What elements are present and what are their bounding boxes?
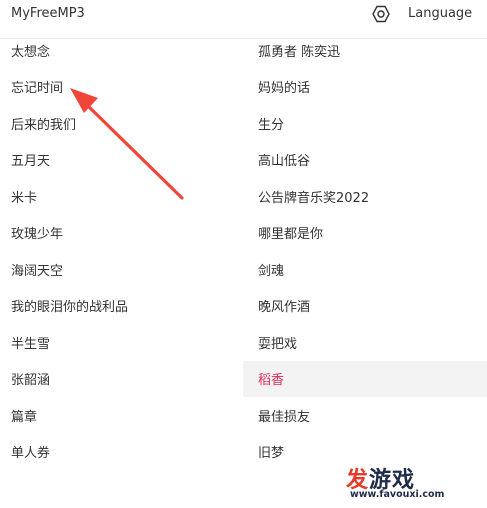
song-item[interactable]: 公告牌音乐奖2022 (243, 178, 487, 215)
song-item[interactable]: 孤勇者 陈奕迅 (243, 32, 487, 69)
gear-hexagon-icon (372, 5, 390, 23)
song-item[interactable]: 妈妈的话 (243, 69, 487, 106)
settings-button[interactable] (371, 4, 391, 24)
song-item[interactable]: 哪里都是你 (243, 215, 487, 252)
song-item[interactable]: 米卡 (0, 178, 243, 215)
song-item[interactable]: 五月天 (0, 142, 243, 179)
song-item[interactable]: 张韶涵 (0, 361, 243, 398)
song-item[interactable]: 耍把戏 (243, 324, 487, 361)
song-item[interactable]: 晚风作酒 (243, 288, 487, 325)
song-list: 太想念 孤勇者 陈奕迅 忘记时间 妈妈的话 后来的我们 生分 五月天 高山低谷 米卡 公告牌音乐奖… (0, 32, 487, 470)
app-page: MyFreeMP3 Language 太想念 孤勇者 陈奕迅 忘记时间 妈妈的话 后来的… (0, 0, 487, 508)
watermark-logo: 发游戏 www.favouxi.com (346, 462, 476, 502)
song-item[interactable]: 半生雪 (0, 324, 243, 361)
header: MyFreeMP3 Language (0, 0, 487, 30)
song-item[interactable]: 剑魂 (243, 251, 487, 288)
song-item[interactable]: 后来的我们 (0, 105, 243, 142)
song-item[interactable]: 忘记时间 (0, 69, 243, 106)
song-item[interactable]: 玫瑰少年 (0, 215, 243, 252)
song-item[interactable]: 单人券 (0, 434, 243, 471)
language-button[interactable]: Language (408, 6, 472, 21)
song-item[interactable]: 太想念 (0, 32, 243, 69)
brand-title[interactable]: MyFreeMP3 (11, 6, 85, 21)
song-item-active[interactable]: 稻香 (243, 360, 487, 397)
song-item[interactable]: 我的眼泪你的战利品 (0, 288, 243, 325)
song-item[interactable]: 海阔天空 (0, 251, 243, 288)
song-item[interactable]: 最佳损友 (243, 397, 487, 434)
song-item[interactable]: 生分 (243, 105, 487, 142)
song-item[interactable]: 篇章 (0, 397, 243, 434)
song-item[interactable]: 高山低谷 (243, 142, 487, 179)
watermark-url: www.favouxi.com (350, 489, 445, 500)
